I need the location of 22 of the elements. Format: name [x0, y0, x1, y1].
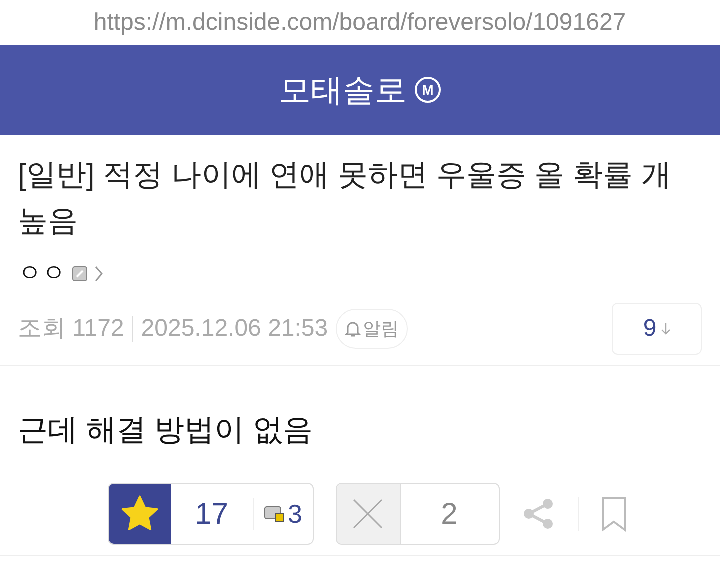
user-badge-icon: [72, 266, 88, 282]
recommend-count: 17: [195, 496, 228, 532]
chevron-right-icon[interactable]: [94, 265, 104, 283]
cross-icon: [352, 498, 384, 530]
dislike-count: 2: [441, 496, 458, 532]
bell-icon: [345, 320, 362, 338]
author-name[interactable]: ㅇㅇ: [18, 256, 66, 292]
comment-count-button[interactable]: 9: [612, 303, 702, 355]
minor-gallery-badge: M: [415, 77, 441, 103]
post-date: 2025.12.06 21:53: [141, 314, 328, 344]
recommend-button[interactable]: 17 3: [108, 483, 314, 545]
board-title[interactable]: 모태솔로: [279, 66, 407, 114]
bookmark-icon[interactable]: [600, 496, 626, 532]
address-url[interactable]: https://m.dcinside.com/board/foreversolo/1091627: [94, 4, 626, 40]
post-title: [일반] 적정 나이에 연애 못하면 우울증 올 확률 개 높음: [18, 158, 672, 240]
star-icon: [120, 495, 160, 533]
dislike-button[interactable]: 2: [336, 483, 500, 545]
fixed-recommend-count: 3: [288, 498, 302, 530]
view-count: 조회 1172: [18, 314, 124, 344]
post-body: 근데 해결 방법이 없음: [18, 413, 314, 449]
share-icon[interactable]: [522, 497, 556, 531]
arrow-down-icon: [660, 322, 671, 336]
